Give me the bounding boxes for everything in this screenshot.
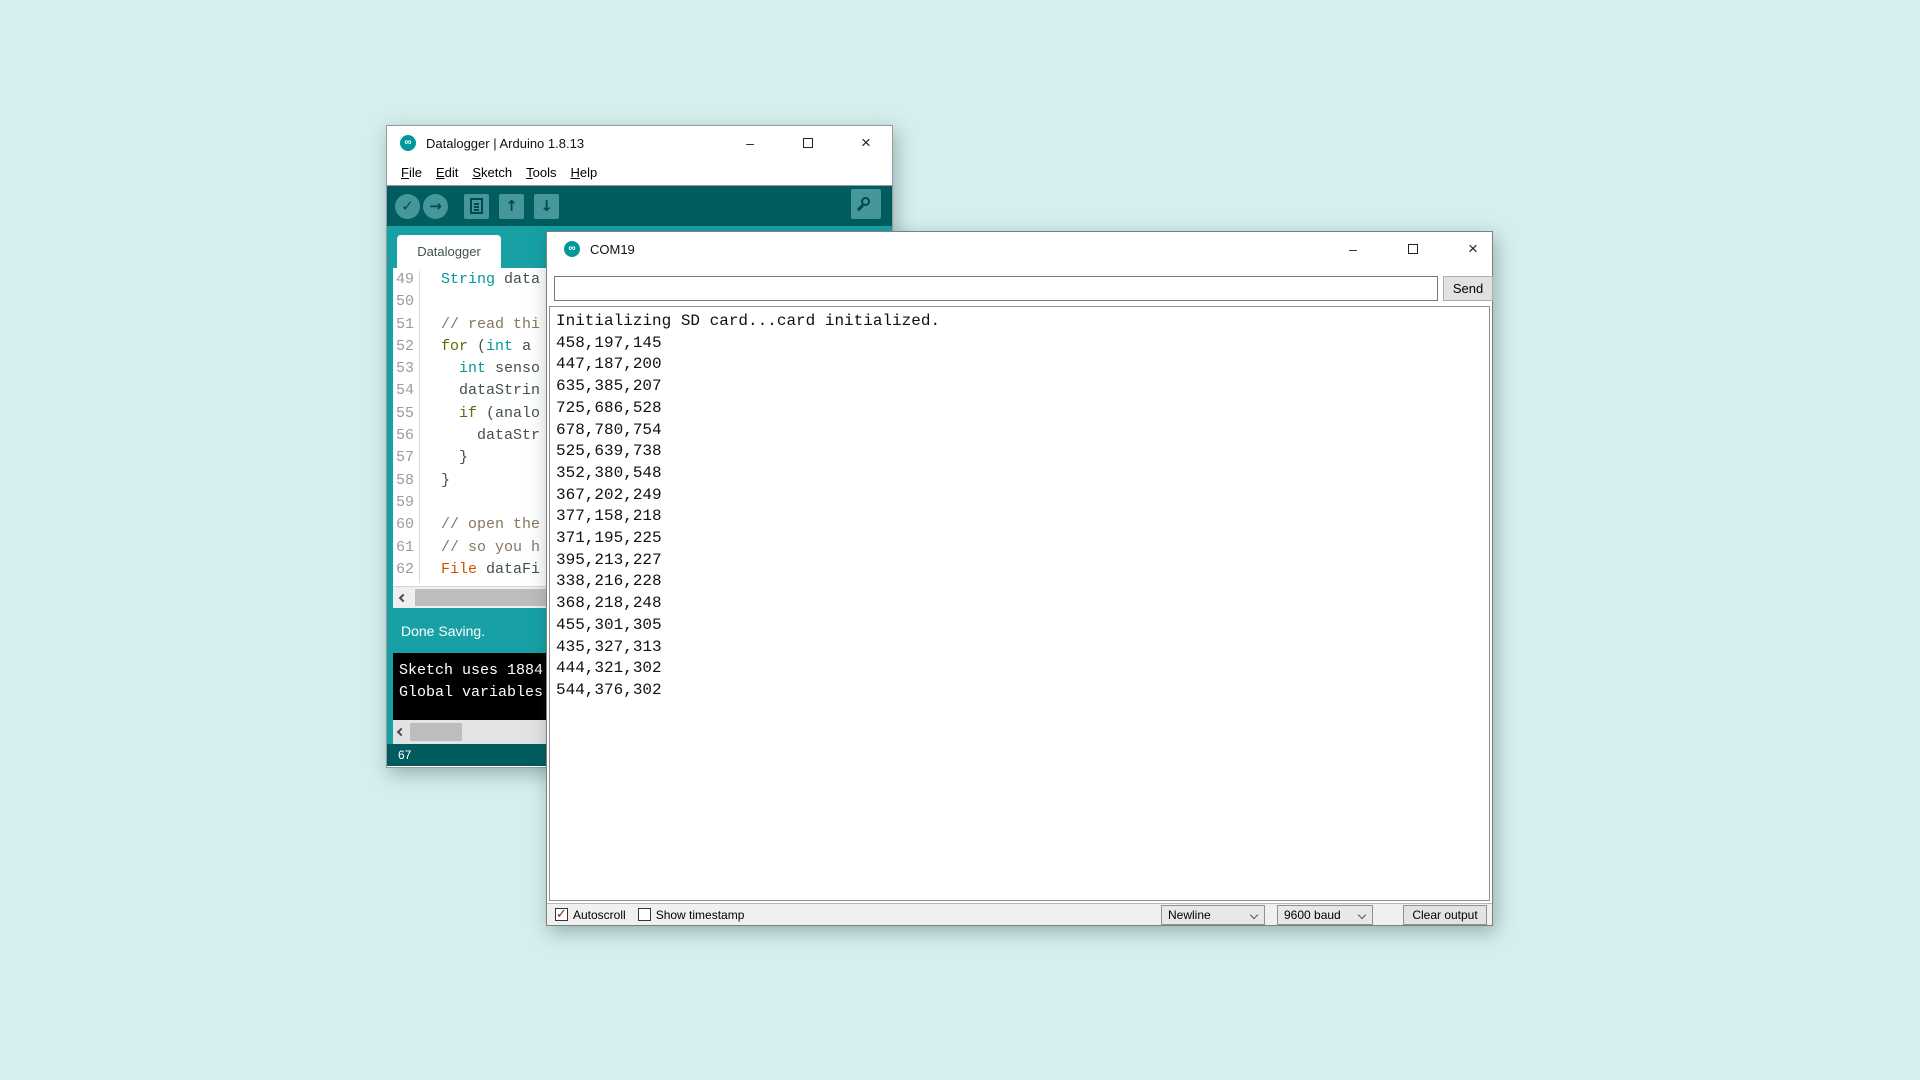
line-number: 62 bbox=[393, 561, 420, 583]
autoscroll-label: Autoscroll bbox=[573, 908, 626, 922]
ide-title-bar: ∞ Datalogger | Arduino 1.8.13 – × bbox=[387, 126, 892, 160]
menu-sketch[interactable]: Sketch bbox=[465, 162, 519, 183]
ide-close-button[interactable]: × bbox=[855, 132, 877, 154]
line-number: 54 bbox=[393, 382, 420, 404]
baud-rate-dropdown[interactable]: 9600 baud bbox=[1277, 905, 1373, 925]
serial-title-bar: ∞ COM19 – × bbox=[547, 232, 1492, 266]
check-icon: ✓ bbox=[401, 199, 414, 214]
verify-button[interactable]: ✓ bbox=[395, 194, 420, 219]
serial-close-button[interactable]: × bbox=[1462, 238, 1484, 260]
ide-toolbar: ✓ → ↑ ↓ bbox=[387, 186, 892, 226]
serial-window-title: COM19 bbox=[590, 242, 635, 257]
down-arrow-icon: ↓ bbox=[540, 199, 553, 214]
chevron-down-icon bbox=[1358, 911, 1366, 919]
maximize-icon bbox=[803, 138, 813, 148]
scroll-left-arrow-icon[interactable] bbox=[393, 587, 413, 608]
magnifier-icon bbox=[858, 196, 874, 212]
ide-menu-bar: FileEditSketchToolsHelp bbox=[387, 160, 892, 186]
line-number: 61 bbox=[393, 539, 420, 561]
editor-scrollbar-thumb[interactable] bbox=[415, 589, 549, 606]
console-scrollbar-thumb[interactable] bbox=[410, 723, 462, 741]
menu-help[interactable]: Help bbox=[563, 162, 604, 183]
line-ending-value: Newline bbox=[1168, 908, 1211, 922]
current-line-indicator: 67 bbox=[398, 748, 411, 762]
serial-monitor-window: ∞ COM19 – × Send Initializing SD card...… bbox=[546, 231, 1493, 926]
serial-input[interactable] bbox=[554, 276, 1438, 301]
line-number: 49 bbox=[393, 271, 420, 293]
upload-button[interactable]: → bbox=[423, 194, 448, 219]
right-arrow-icon: → bbox=[429, 199, 442, 214]
document-icon bbox=[470, 198, 483, 214]
chevron-down-icon bbox=[1250, 911, 1258, 919]
line-number: 56 bbox=[393, 427, 420, 449]
send-button[interactable]: Send bbox=[1443, 276, 1493, 301]
line-number: 60 bbox=[393, 516, 420, 538]
new-sketch-button[interactable] bbox=[464, 194, 489, 219]
line-number: 53 bbox=[393, 360, 420, 382]
ide-minimize-button[interactable]: – bbox=[739, 132, 761, 154]
tab-datalogger[interactable]: Datalogger bbox=[397, 235, 501, 268]
line-number: 57 bbox=[393, 449, 420, 471]
serial-maximize-button[interactable] bbox=[1402, 238, 1424, 260]
menu-file[interactable]: File bbox=[394, 162, 429, 183]
serial-minimize-button[interactable]: – bbox=[1342, 238, 1364, 260]
line-number: 50 bbox=[393, 293, 420, 315]
serial-output-text: Initializing SD card...card initialized.… bbox=[556, 311, 1489, 702]
open-button[interactable]: ↑ bbox=[499, 194, 524, 219]
line-number: 58 bbox=[393, 472, 420, 494]
arduino-app-icon: ∞ bbox=[564, 241, 580, 257]
checkmark-icon: ✓ bbox=[556, 908, 567, 921]
show-timestamp-checkbox[interactable] bbox=[638, 908, 651, 921]
status-message: Done Saving. bbox=[401, 623, 485, 639]
clear-output-button[interactable]: Clear output bbox=[1403, 905, 1487, 925]
up-arrow-icon: ↑ bbox=[505, 199, 518, 214]
show-timestamp-label: Show timestamp bbox=[656, 908, 745, 922]
serial-monitor-button[interactable] bbox=[851, 189, 881, 219]
line-number: 52 bbox=[393, 338, 420, 360]
menu-tools[interactable]: Tools bbox=[519, 162, 563, 183]
maximize-icon bbox=[1408, 244, 1418, 254]
ide-window-title: Datalogger | Arduino 1.8.13 bbox=[426, 136, 584, 151]
line-number: 51 bbox=[393, 316, 420, 338]
ide-maximize-button[interactable] bbox=[797, 132, 819, 154]
line-number: 59 bbox=[393, 494, 420, 516]
serial-output-area: Initializing SD card...card initialized.… bbox=[549, 306, 1490, 901]
baud-rate-value: 9600 baud bbox=[1284, 908, 1341, 922]
line-number: 55 bbox=[393, 405, 420, 427]
serial-monitor-footer: ✓ Autoscroll Show timestamp Newline 9600… bbox=[547, 903, 1492, 925]
arduino-app-icon: ∞ bbox=[400, 135, 416, 151]
menu-edit[interactable]: Edit bbox=[429, 162, 465, 183]
autoscroll-checkbox[interactable]: ✓ bbox=[555, 908, 568, 921]
scroll-left-arrow-icon[interactable] bbox=[393, 720, 409, 744]
line-ending-dropdown[interactable]: Newline bbox=[1161, 905, 1265, 925]
save-button[interactable]: ↓ bbox=[534, 194, 559, 219]
